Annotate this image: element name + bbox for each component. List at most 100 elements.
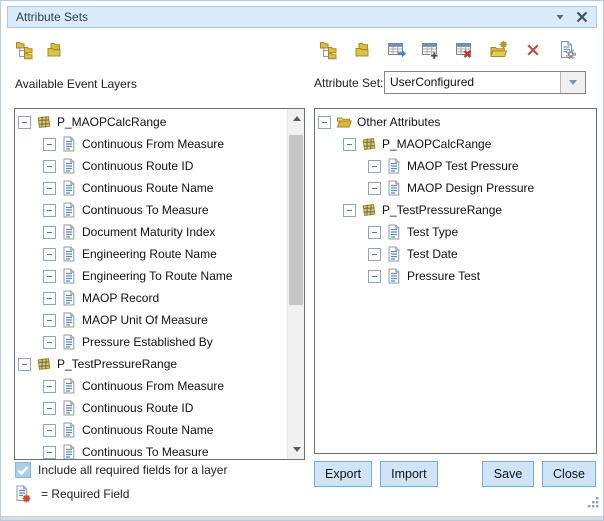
tree-item-label: MAOP Record bbox=[82, 291, 159, 305]
dialog-title: Attribute Sets bbox=[16, 10, 88, 24]
collapse-toggle[interactable] bbox=[43, 226, 56, 239]
event-layer-icon bbox=[36, 356, 52, 372]
collapse-toggle[interactable] bbox=[43, 336, 56, 349]
import-button[interactable]: Import bbox=[380, 461, 437, 487]
tree-item[interactable]: Pressure Test bbox=[315, 265, 596, 287]
tree-item[interactable]: Engineering To Route Name bbox=[15, 265, 287, 287]
field-icon bbox=[61, 180, 77, 196]
tree-item[interactable]: MAOP Unit Of Measure bbox=[15, 309, 287, 331]
tree-item-label: Test Date bbox=[407, 247, 458, 261]
open-attribute-set-button[interactable] bbox=[45, 40, 65, 60]
collapse-toggle[interactable] bbox=[43, 314, 56, 327]
minus-icon bbox=[47, 144, 52, 145]
field-icon bbox=[386, 268, 402, 284]
tree-item[interactable]: Continuous To Measure bbox=[15, 199, 287, 221]
caret-down-icon bbox=[555, 12, 565, 22]
export-button[interactable]: Export bbox=[314, 461, 372, 487]
tree-item-label: Continuous Route ID bbox=[82, 401, 193, 415]
tree-item[interactable]: Continuous Route ID bbox=[15, 155, 287, 177]
open-folder-button[interactable] bbox=[353, 40, 373, 60]
new-attribute-set-button[interactable] bbox=[15, 40, 35, 60]
collapse-toggle[interactable] bbox=[368, 226, 381, 239]
tree-item-label: Continuous Route Name bbox=[82, 423, 213, 437]
tree-item[interactable]: Continuous Route Name bbox=[15, 177, 287, 199]
delete-button[interactable] bbox=[523, 40, 543, 60]
collapse-toggle[interactable] bbox=[368, 248, 381, 261]
resize-grip[interactable] bbox=[587, 496, 600, 514]
tree-item-label: Other Attributes bbox=[357, 115, 440, 129]
tree-item-label: P_MAOPCalcRange bbox=[57, 115, 166, 129]
scrollbar-thumb[interactable] bbox=[289, 135, 303, 305]
tree-item[interactable]: Continuous From Measure bbox=[15, 133, 287, 155]
scroll-up-button[interactable] bbox=[288, 110, 305, 127]
collapse-toggle[interactable] bbox=[318, 116, 331, 129]
tree-item-label: Continuous Route ID bbox=[82, 159, 193, 173]
close-button[interactable]: Close bbox=[542, 461, 596, 487]
collapse-toggle[interactable] bbox=[43, 270, 56, 283]
tree-item[interactable]: Continuous Route Name bbox=[15, 419, 287, 441]
minus-icon bbox=[372, 166, 377, 167]
tree-item[interactable]: P_TestPressureRange bbox=[315, 199, 596, 221]
attribute-set-row: Attribute Set: UserConfigured bbox=[314, 71, 586, 94]
open-folder-icon bbox=[336, 114, 352, 130]
tree-item[interactable]: Test Type bbox=[315, 221, 596, 243]
dropdown-arrow-button[interactable] bbox=[560, 72, 585, 93]
collapse-toggle[interactable] bbox=[18, 358, 31, 371]
collapse-toggle[interactable] bbox=[43, 446, 56, 459]
remove-table-button[interactable] bbox=[455, 40, 475, 60]
collapse-toggle[interactable] bbox=[43, 138, 56, 151]
new-group-button[interactable] bbox=[489, 40, 509, 60]
tree-item[interactable]: P_TestPressureRange bbox=[15, 353, 287, 375]
window-close-button[interactable] bbox=[574, 9, 590, 25]
window-collapse-button[interactable] bbox=[552, 9, 568, 25]
collapse-toggle[interactable] bbox=[368, 182, 381, 195]
tree-item[interactable]: Document Maturity Index bbox=[15, 221, 287, 243]
folders-icon bbox=[45, 40, 65, 60]
collapse-toggle[interactable] bbox=[43, 402, 56, 415]
tree-item[interactable]: Engineering Route Name bbox=[15, 243, 287, 265]
tree-item[interactable]: P_MAOPCalcRange bbox=[315, 133, 596, 155]
collapse-toggle[interactable] bbox=[18, 116, 31, 129]
save-button[interactable]: Save bbox=[482, 461, 534, 487]
field-icon bbox=[61, 202, 77, 218]
scroll-down-button[interactable] bbox=[288, 441, 305, 458]
tree-item-label: Pressure Established By bbox=[82, 335, 213, 349]
table-add-icon bbox=[421, 40, 441, 60]
tree-item-label: P_TestPressureRange bbox=[382, 203, 502, 217]
collapse-toggle[interactable] bbox=[368, 160, 381, 173]
tree-item[interactable]: Pressure Established By bbox=[15, 331, 287, 353]
tree-item[interactable]: Continuous To Measure bbox=[15, 441, 287, 460]
collapse-toggle[interactable] bbox=[343, 204, 356, 217]
collapse-toggle[interactable] bbox=[43, 204, 56, 217]
include-required-checkbox[interactable] bbox=[15, 462, 31, 478]
tree-item[interactable]: Other Attributes bbox=[315, 111, 596, 133]
collapse-toggle[interactable] bbox=[368, 270, 381, 283]
attribute-set-layers-button[interactable] bbox=[319, 40, 339, 60]
tree-item[interactable]: Test Date bbox=[315, 243, 596, 265]
field-icon bbox=[386, 224, 402, 240]
collapse-toggle[interactable] bbox=[43, 292, 56, 305]
collapse-toggle[interactable] bbox=[43, 160, 56, 173]
field-icon bbox=[386, 180, 402, 196]
tree-item[interactable]: Continuous Route ID bbox=[15, 397, 287, 419]
tree-item[interactable]: MAOP Test Pressure bbox=[315, 155, 596, 177]
collapse-toggle[interactable] bbox=[43, 182, 56, 195]
tree-item-label: Continuous From Measure bbox=[82, 379, 224, 393]
vertical-scrollbar[interactable] bbox=[287, 109, 304, 459]
window-bottom-edge[interactable] bbox=[1, 516, 603, 520]
tree-item[interactable]: P_MAOPCalcRange bbox=[15, 111, 287, 133]
export-table-button[interactable] bbox=[387, 40, 407, 60]
tree-item-label: Test Type bbox=[407, 225, 458, 239]
tree-item[interactable]: MAOP Design Pressure bbox=[315, 177, 596, 199]
minus-icon bbox=[47, 166, 52, 167]
attribute-set-dropdown[interactable]: UserConfigured bbox=[384, 71, 586, 94]
field-icon bbox=[61, 246, 77, 262]
report-settings-button[interactable] bbox=[557, 40, 577, 60]
collapse-toggle[interactable] bbox=[43, 424, 56, 437]
collapse-toggle[interactable] bbox=[43, 380, 56, 393]
tree-item[interactable]: Continuous From Measure bbox=[15, 375, 287, 397]
add-table-button[interactable] bbox=[421, 40, 441, 60]
collapse-toggle[interactable] bbox=[343, 138, 356, 151]
collapse-toggle[interactable] bbox=[43, 248, 56, 261]
tree-item[interactable]: MAOP Record bbox=[15, 287, 287, 309]
